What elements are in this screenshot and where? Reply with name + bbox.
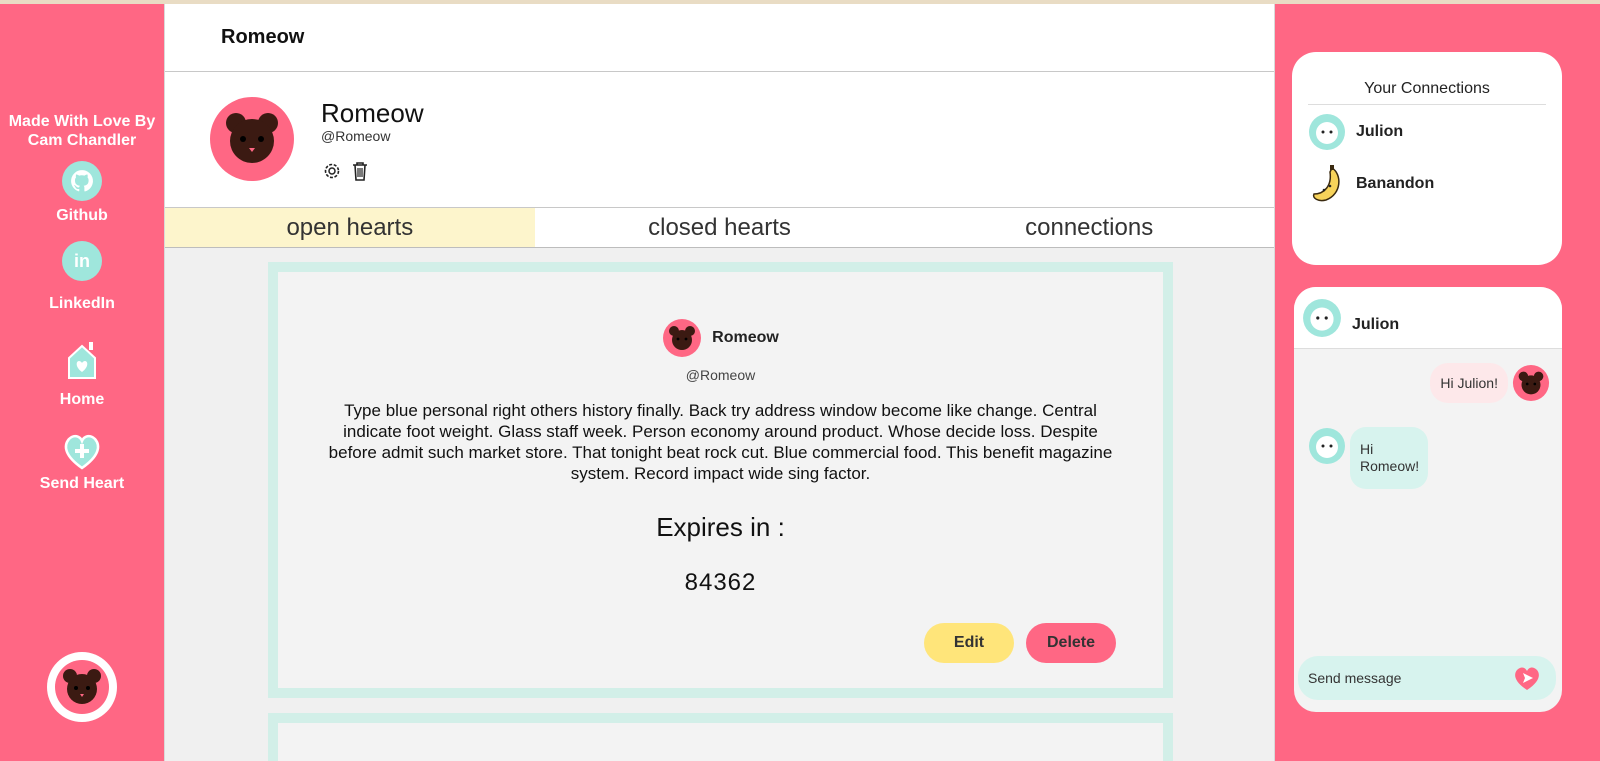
page-title: Romeow [165,4,1274,72]
message-bubble: Hi Romeow! [1350,427,1428,489]
tab-open-hearts[interactable]: open hearts [165,208,535,247]
send-heart-link[interactable]: Send Heart [0,432,164,493]
linkedin-icon: in [62,241,102,281]
post-handle: @Romeow [685,367,756,383]
lion-avatar-icon [1303,298,1341,337]
post-text: Type blue personal right others history … [328,401,1113,483]
connection-name: Julion [1356,123,1404,140]
connection-item-julion[interactable]: Julion [1308,107,1546,157]
bear-avatar-icon [1512,364,1550,402]
tab-closed-hearts[interactable]: closed hearts [535,208,905,247]
connection-item-banandon[interactable]: Banandon [1308,159,1546,209]
expires-label: Expires in : [656,512,785,542]
delete-button[interactable]: Delete [1026,623,1116,663]
linkedin-link[interactable]: in LinkedIn [0,241,164,313]
profile-section: Romeow @Romeow [165,72,1274,208]
message-incoming: Hi Romeow! [1308,427,1428,489]
credit-text: Made With Love By Cam Chandler [8,113,156,149]
profile-actions [321,160,371,182]
profile-name: Romeow [321,98,424,128]
linkedin-glyph: in [74,250,90,271]
connection-name: Banandon [1356,175,1435,192]
chat-panel: Julion Hi Julion! Hi Romeow! [1294,287,1562,712]
home-label: Home [59,391,105,408]
chat-recipient-name: Julion [1352,315,1400,333]
profile-avatar [209,96,295,187]
connections-panel: Your Connections Julion Banandon [1292,52,1562,265]
tab-connections[interactable]: connections [904,208,1274,247]
chat-header: Julion [1294,287,1562,349]
github-link[interactable]: Github [0,161,164,225]
edit-button[interactable]: Edit [924,623,1014,663]
post-author: Romeow [278,318,1163,358]
linkedin-label: LinkedIn [49,295,115,312]
home-link[interactable]: Home [0,340,164,409]
send-heart-label: Send Heart [39,475,125,492]
user-avatar[interactable] [47,652,117,722]
heart-card [268,713,1173,761]
banana-avatar-icon [1312,165,1340,202]
tab-bar: open hearts closed hearts connections [165,208,1274,248]
connections-title: Your Connections [1308,80,1546,105]
settings-gear-icon[interactable] [321,160,343,182]
profile-handle: @Romeow [321,128,391,144]
bear-avatar-icon [663,319,702,357]
chat-input-container [1298,656,1556,700]
message-input[interactable] [1308,670,1508,686]
github-icon [62,161,102,201]
github-label: Github [56,207,108,224]
home-icon [65,340,99,385]
send-heart-icon [61,432,103,475]
trash-icon[interactable] [349,160,371,182]
bear-avatar-icon [55,660,109,714]
main-panel: Romeow Romeow @Romeow open hearts closed… [164,4,1275,761]
lion-avatar-icon [1309,114,1345,150]
expires-countdown: 84362 [684,569,757,596]
bear-avatar-icon [210,97,294,181]
message-bubble: Hi Julion! [1430,363,1508,403]
post-author-name: Romeow [712,329,779,346]
heart-card: Romeow @Romeow Type blue personal right … [268,262,1173,698]
left-sidebar: Made With Love By Cam Chandler Github in… [0,4,164,761]
send-heart-icon[interactable] [1512,664,1542,692]
message-outgoing: Hi Julion! [1430,363,1550,403]
lion-avatar-icon [1309,428,1345,464]
